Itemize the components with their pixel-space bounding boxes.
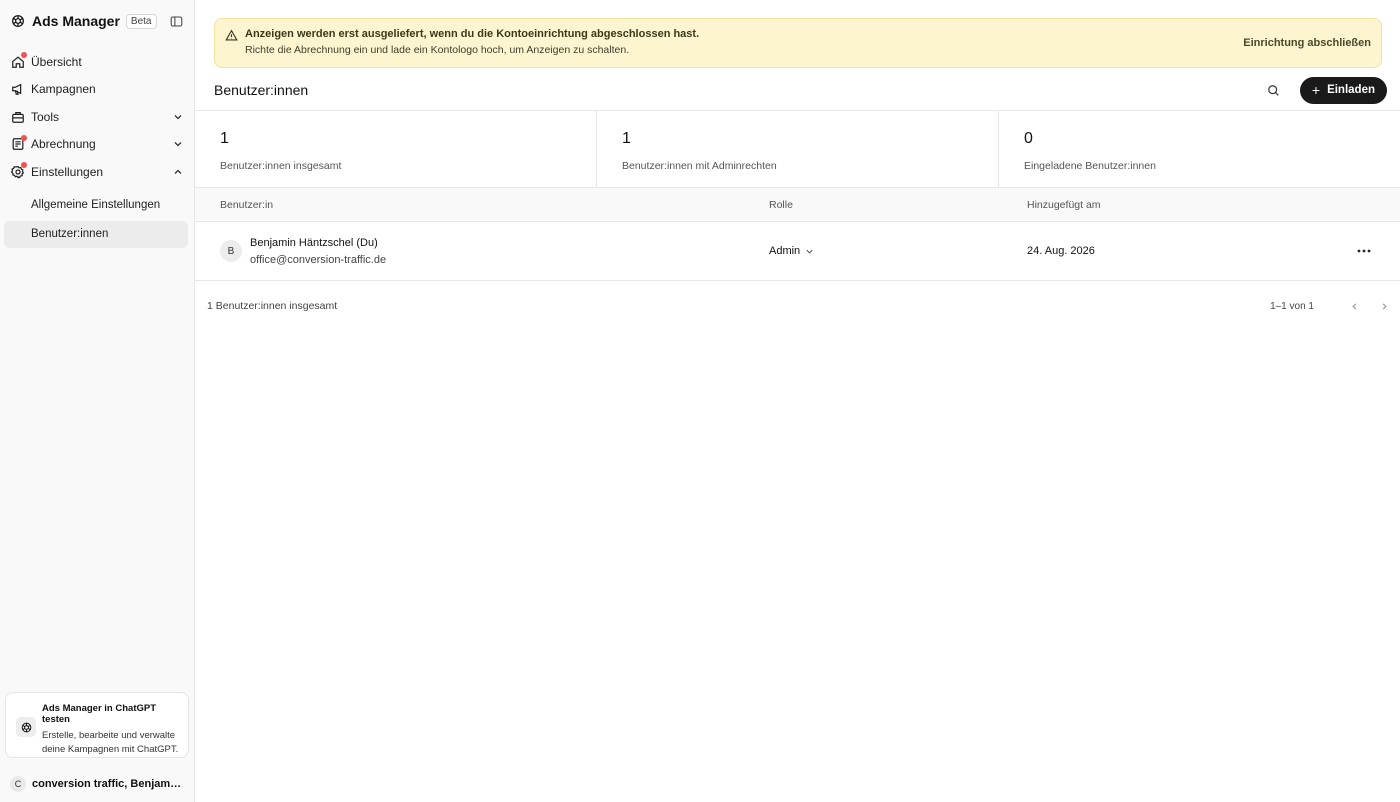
setup-warning-banner: Anzeigen werden erst ausgeliefert, wenn …	[214, 18, 1382, 68]
role-value: Admin	[769, 245, 801, 257]
beta-badge: Beta	[125, 13, 157, 29]
chevron-right-icon[interactable]	[1376, 298, 1392, 314]
sidebar: Ads Manager Beta Übersicht Kampagnen Too…	[0, 0, 195, 802]
invite-button-label: Einladen	[1327, 84, 1375, 96]
sidebar-item-overview[interactable]: Übersicht	[0, 48, 194, 76]
sidebar-nav: Übersicht Kampagnen Tools Abrechnung Ein…	[0, 42, 194, 248]
stat-label: Benutzer:innen insgesamt	[220, 160, 342, 172]
openai-logo-icon	[16, 717, 36, 737]
sidebar-item-campaigns[interactable]: Kampagnen	[0, 76, 194, 104]
sidebar-item-label: Übersicht	[31, 54, 82, 69]
notification-dot	[21, 162, 27, 169]
stat-label: Benutzer:innen mit Adminrechten	[622, 160, 777, 172]
stat-invited-users: 0 Eingeladene Benutzer:innen	[999, 111, 1400, 187]
column-header-added: Hinzugefügt am	[1027, 199, 1101, 211]
stat-admin-users: 1 Benutzer:innen mit Adminrechten	[597, 111, 999, 187]
table-header: Benutzer:in Rolle Hinzugefügt am	[195, 188, 1400, 222]
added-date: 24. Aug. 2026	[1027, 245, 1095, 257]
plus-icon: +	[1311, 82, 1321, 98]
home-icon	[10, 52, 27, 69]
role-select[interactable]: Admin	[769, 245, 814, 257]
chevron-up-icon	[172, 166, 184, 178]
notification-dot	[21, 134, 27, 141]
promo-title: Ads Manager in ChatGPT testen	[42, 703, 157, 725]
table-footer: 1 Benutzer:innen insgesamt 1–1 von 1	[207, 298, 1392, 314]
stat-value: 0	[1024, 130, 1033, 147]
user-email: office@conversion-traffic.de	[250, 254, 387, 266]
user-name: Benjamin Häntzschel (Du)	[250, 237, 378, 249]
warning-icon	[225, 29, 239, 43]
sidebar-subitem-general-settings[interactable]: Allgemeine Einstellungen	[4, 192, 188, 219]
openai-logo-icon	[10, 13, 26, 29]
table-row: B Benjamin Häntzschel (Du) office@conver…	[195, 222, 1400, 281]
chevron-left-icon[interactable]	[1346, 298, 1362, 314]
page-title: Benutzer:innen	[214, 82, 309, 98]
sidebar-item-billing[interactable]: Abrechnung	[0, 131, 194, 159]
sidebar-item-label: Einstellungen	[31, 164, 104, 179]
toolbox-icon	[10, 109, 25, 124]
pagination-label: 1–1 von 1	[1270, 300, 1314, 312]
banner-text: Richte die Abrechnung ein und lade ein K…	[245, 44, 630, 56]
sidebar-item-label: Tools	[31, 109, 60, 124]
app: Ads Manager Beta Übersicht Kampagnen Too…	[0, 0, 1400, 802]
column-header-user: Benutzer:in	[220, 199, 274, 211]
stat-value: 1	[220, 130, 229, 147]
sidebar-header: Ads Manager Beta	[0, 0, 194, 42]
promo-text: Erstelle, bearbeite und verwalte deine K…	[42, 730, 179, 755]
column-header-role: Rolle	[769, 199, 793, 211]
invite-button[interactable]: + Einladen	[1299, 76, 1387, 104]
megaphone-icon	[10, 82, 25, 97]
sidebar-subitem-users[interactable]: Benutzer:innen	[4, 220, 188, 248]
stat-value: 1	[622, 130, 631, 147]
total-count: 1 Benutzer:innen insgesamt	[207, 300, 338, 312]
sidebar-item-tools[interactable]: Tools	[0, 103, 194, 131]
gear-icon	[10, 162, 27, 179]
account-switcher[interactable]: C conversion traffic, Benjamin Häntzsche…	[10, 776, 185, 792]
main-content: Anzeigen werden erst ausgeliefert, wenn …	[195, 0, 1400, 802]
search-icon[interactable]	[1263, 79, 1285, 101]
account-name: conversion traffic, Benjamin Häntzschel	[32, 778, 182, 790]
page-header: Benutzer:innen + Einladen	[214, 76, 1387, 104]
app-title: Ads Manager	[32, 13, 120, 29]
user-avatar: B	[220, 240, 242, 262]
sidebar-item-label: Kampagnen	[31, 82, 96, 97]
chevron-down-icon	[172, 138, 184, 150]
billing-icon	[10, 134, 27, 152]
stat-total-users: 1 Benutzer:innen insgesamt	[195, 111, 597, 187]
finish-setup-link[interactable]: Einrichtung abschließen	[1243, 37, 1371, 49]
sidebar-item-settings[interactable]: Einstellungen	[0, 158, 194, 186]
chevron-down-icon	[805, 247, 814, 256]
chatgpt-promo-card[interactable]: Ads Manager in ChatGPT testen Erstelle, …	[5, 692, 189, 758]
stats-row: 1 Benutzer:innen insgesamt 1 Benutzer:in…	[195, 110, 1400, 188]
banner-title: Anzeigen werden erst ausgeliefert, wenn …	[245, 28, 700, 40]
stat-label: Eingeladene Benutzer:innen	[1024, 160, 1156, 172]
sidebar-item-label: Abrechnung	[31, 137, 96, 152]
notification-dot	[21, 52, 27, 59]
sidebar-toggle-icon[interactable]	[168, 13, 184, 29]
more-options-icon[interactable]	[1355, 242, 1373, 260]
chevron-down-icon	[172, 111, 184, 123]
account-avatar: C	[10, 776, 26, 792]
